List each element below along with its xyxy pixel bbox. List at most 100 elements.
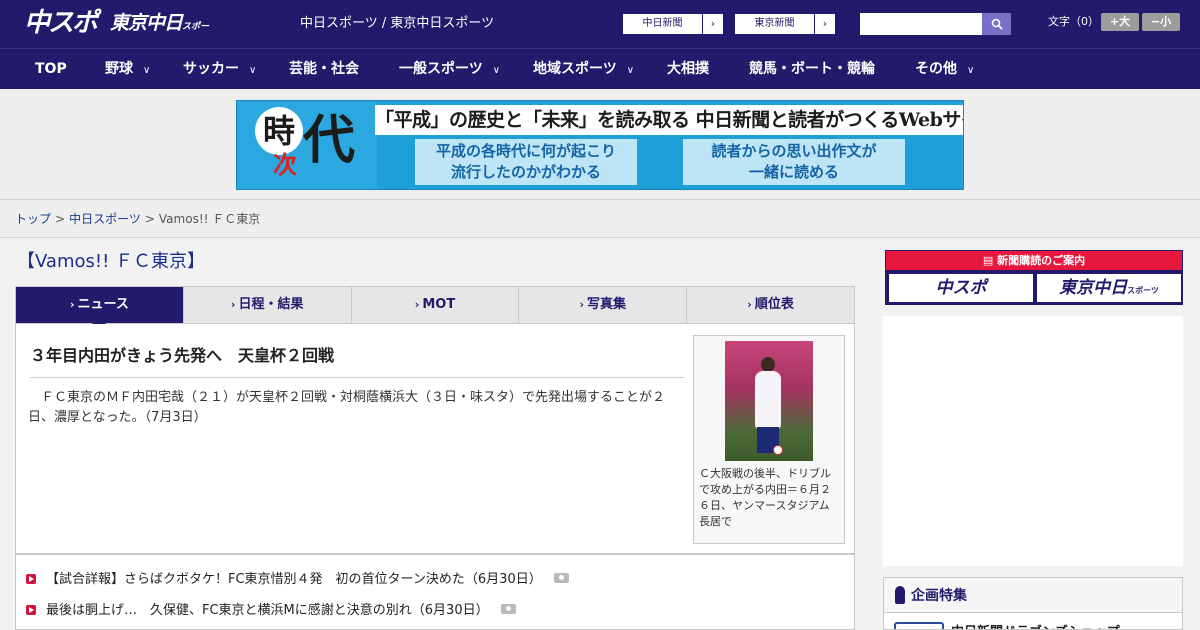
chevron-down-icon: ∨ (249, 65, 257, 76)
subscribe-tokyo-text: 東京中日 (1059, 278, 1128, 298)
breadcrumb-section[interactable]: 中日スポーツ (69, 212, 141, 226)
tab-news[interactable]: › ニュース (16, 287, 184, 330)
subscription-title: ▤ 新聞購読のご案内 (886, 251, 1182, 270)
tokyo-shimbun-button[interactable]: 東京新聞 › (734, 13, 836, 35)
nav-general-sports[interactable]: 一般スポーツ ∨ (399, 49, 500, 89)
tab-mot[interactable]: › MOT (352, 287, 520, 323)
nav-sumo[interactable]: 大相撲 (667, 49, 709, 89)
subscribe-tokyo-sub: スポーツ (1127, 286, 1159, 295)
camera-icon (500, 604, 516, 614)
chevron-down-icon: ∨ (143, 65, 151, 76)
chevron-right-icon: › (822, 17, 828, 30)
subscription-title-text: 新聞購読のご案内 (997, 254, 1086, 267)
article-photo[interactable]: Ｃ大阪戦の後半、ドリブルで攻め上がる内田＝６月２６日、ヤンマースタジアム長居で (693, 335, 845, 544)
play-bullet-icon (26, 574, 36, 584)
chevron-right-icon: › (414, 298, 420, 311)
top-header: 中スポ 東京中日スポーツ 中日スポーツ / 東京中日スポーツ 中日新聞 › 東京… (0, 0, 1200, 66)
chevron-right-icon: › (579, 298, 585, 311)
soccer-ball (773, 445, 783, 455)
nav-local-sports[interactable]: 地域スポーツ ∨ (533, 49, 634, 89)
site-name: 中日スポーツ / 東京中日スポーツ (300, 16, 495, 31)
banner-box-right: 読者からの思い出作文が 一緒に読める (683, 139, 905, 185)
jidai-char-3: 代 (303, 110, 356, 171)
nav-keiba[interactable]: 競馬・ボート・競輪 (749, 49, 875, 89)
ad-slot (883, 316, 1183, 566)
nav-label: TOP (35, 61, 67, 77)
jidai-char-2: 次 (273, 150, 297, 179)
tokyo-chunichi-logo[interactable]: 東京中日スポーツ (110, 8, 210, 66)
content-tabs: › ニュース › 日程・結果 › MOT › 写真集 › 順位表 (15, 286, 855, 330)
chunichi-shimbun-button[interactable]: 中日新聞 › (622, 13, 724, 35)
breadcrumb-separator: > (55, 212, 66, 226)
tokyo-chunichi-logo-text: 東京中日 (110, 12, 183, 34)
search-input[interactable] (860, 13, 982, 35)
list-item[interactable]: 最後は胴上げ… 久保健、FC東京と横浜Mに感謝と決意の別れ（6月30日） (26, 602, 516, 620)
article-body: ＦＣ東京のＭＦ内田宅哉（２１）が天皇杯２回戦・対桐蔭横浜大（３日・味スタ）で先発… (28, 390, 666, 425)
special-item-label: 中日新聞ドラゴンズショップ (951, 621, 1120, 629)
nav-label: サッカー (183, 61, 239, 77)
nav-entertainment[interactable]: 芸能・社会 (289, 49, 359, 89)
nav-other[interactable]: その他 ∨ (915, 49, 974, 89)
jidai-banner[interactable]: 時 次 代 「平成」の歴史と「未来」を読み取る 中日新聞と読者がつくるWebサイ… (236, 100, 964, 190)
tab-standings[interactable]: › 順位表 (687, 287, 854, 323)
page-title: 【Vamos!! ＦＣ東京】 (17, 251, 206, 272)
banner-box-left: 平成の各時代に何が起こり 流行したのかがわかる (415, 139, 637, 185)
tab-label: 順位表 (754, 297, 794, 312)
nav-label: その他 (915, 61, 957, 77)
chevron-down-icon: ∨ (492, 65, 501, 76)
tokyo-shimbun-label: 東京新聞 (735, 14, 815, 34)
search-button[interactable] (982, 13, 1011, 35)
article: ３年目内田がきょう先発へ 天皇杯２回戦 ＦＣ東京のＭＦ内田宅哉（２１）が天皇杯２… (15, 324, 855, 554)
news-link[interactable]: 【試合詳報】さらばクボタケ！FC東京惜別４発 初の首位ターン決めた（6月30日） (46, 572, 542, 587)
font-smaller-button[interactable]: −小 (1142, 13, 1180, 31)
news-link[interactable]: 最後は胴上げ… 久保健、FC東京と横浜Mに感謝と決意の別れ（6月30日） (46, 603, 489, 618)
chevron-right-icon: › (747, 298, 752, 311)
nav-label: 一般スポーツ (399, 61, 483, 77)
font-size-label: 文字（0） (1048, 15, 1099, 28)
banner-box-right-line2: 一緒に読める (748, 163, 839, 181)
nav-label: 競馬・ボート・競輪 (749, 61, 875, 77)
banner-box-right-line1: 読者からの思い出作文が (711, 142, 877, 160)
jidai-logo: 時 次 代 (237, 101, 377, 189)
banner-area: 時 次 代 「平成」の歴史と「未来」を読み取る 中日新聞と読者がつくるWebサイ… (0, 89, 1200, 200)
nav-soccer[interactable]: サッカー ∨ (183, 49, 256, 89)
breadcrumb: トップ > 中日スポーツ > Vamos!! ＦＣ東京 (15, 211, 260, 227)
search-box (860, 13, 1011, 35)
tab-label: MOT (422, 297, 456, 312)
shop-thumbnail (894, 622, 944, 629)
subscribe-chuspo-button[interactable]: 中スポ (889, 274, 1033, 302)
special-title: 企画特集 (911, 588, 967, 604)
photo-caption: Ｃ大阪戦の後半、ドリブルで攻め上がる内田＝６月２６日、ヤンマースタジアム長居で (699, 467, 831, 528)
chevron-right-icon: › (710, 17, 716, 30)
main-nav: TOP 野球 ∨ サッカー ∨ 芸能・社会 一般スポーツ ∨ 地域スポーツ ∨ 大相撲 … (0, 48, 1200, 89)
tab-label: ニュース (77, 297, 129, 312)
tab-photos[interactable]: › 写真集 (519, 287, 688, 323)
play-bullet-icon (26, 605, 36, 615)
nav-top[interactable]: TOP (35, 49, 67, 89)
banner-headline: 「平成」の歴史と「未来」を読み取る 中日新聞と読者がつくるWebサイト (375, 105, 963, 135)
article-title: ３年目内田がきょう先発へ 天皇杯２回戦 (30, 344, 684, 378)
nav-baseball[interactable]: 野球 ∨ (105, 49, 150, 89)
player-head (761, 357, 775, 372)
special-item[interactable]: 中日新聞ドラゴンズショップ (894, 621, 1174, 629)
chuspo-logo[interactable]: 中スポ (24, 6, 104, 40)
player-photo[interactable] (725, 341, 813, 461)
chunichi-shimbun-label: 中日新聞 (623, 14, 703, 34)
nav-label: 大相撲 (667, 61, 709, 77)
chevron-right-icon: › (230, 298, 236, 311)
subscription-banner[interactable]: ▤ 新聞購読のご案内 中スポ 東京中日スポーツ (885, 250, 1183, 305)
breadcrumb-separator: > (144, 212, 155, 226)
nav-label: 地域スポーツ (533, 61, 617, 77)
tab-schedule[interactable]: › 日程・結果 (184, 287, 352, 323)
font-bigger-button[interactable]: +大 (1101, 13, 1139, 31)
nav-label: 野球 (105, 61, 133, 77)
breadcrumb-home[interactable]: トップ (15, 212, 51, 226)
search-icon (991, 18, 1003, 30)
list-item[interactable]: 【試合詳報】さらばクボタケ！FC東京惜別４発 初の首位ターン決めた（6月30日） (26, 571, 569, 589)
nav-label: 芸能・社会 (289, 61, 359, 77)
tab-label: 写真集 (587, 297, 627, 312)
newspaper-icon: ▤ (982, 254, 998, 267)
subscribe-tokyo-button[interactable]: 東京中日スポーツ (1037, 274, 1181, 302)
chevron-right-icon: › (69, 298, 75, 311)
news-list: 【試合詳報】さらばクボタケ！FC東京惜別４発 初の首位ターン決めた（6月30日）… (15, 554, 855, 630)
